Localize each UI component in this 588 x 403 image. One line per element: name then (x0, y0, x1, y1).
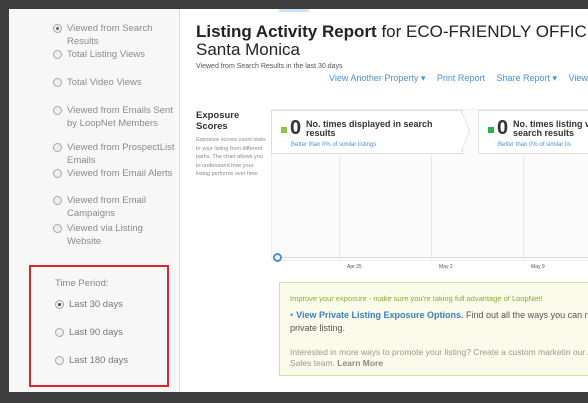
metric-label: No. times displayed in search results (306, 119, 433, 138)
chart-x-tick-label: Apr 25 (347, 264, 362, 270)
time-period-last-90[interactable]: Last 90 days (55, 327, 123, 338)
chart-x-tick-label: May 9 (531, 264, 545, 270)
page-subtitle: Viewed from Search Results in the last 3… (196, 63, 343, 70)
page-title-line2: Santa Monica (196, 40, 300, 59)
view-option-listing-website[interactable]: Viewed via Listing Website (53, 223, 177, 248)
exposure-scores-description: Exposure scores count visits to your lis… (196, 137, 266, 177)
share-report-link[interactable]: Share Report ▾ (496, 73, 557, 83)
radio[interactable] (53, 143, 62, 152)
radio-selected[interactable] (55, 300, 64, 309)
view-option-total-listing-views[interactable]: Total Listing Views (53, 49, 177, 62)
metric-comparison: Better than 0% of similar lis (498, 142, 571, 148)
exposure-scores-title: Exposure Scores (196, 110, 240, 132)
page-title: Listing Activity Report for ECO-FRIENDLY… (196, 22, 588, 41)
metric-value: 0 (497, 117, 509, 139)
radio[interactable] (53, 169, 62, 178)
metric-arrow-inner (461, 111, 469, 151)
metric-value: 0 (290, 117, 302, 139)
metric-card-viewed[interactable]: 0 No. times listing v search results Bet… (478, 110, 588, 154)
radio-selected[interactable] (53, 24, 62, 33)
time-period-last-30[interactable]: Last 30 days (55, 299, 123, 310)
top-accent (279, 9, 309, 12)
view-another-property-link[interactable]: View Another Property ▾ (329, 73, 425, 83)
learn-more-link[interactable]: Learn More (337, 358, 383, 368)
time-period-title: Time Period: (55, 278, 109, 289)
metric-color-square (281, 127, 287, 133)
view-option-total-video-views[interactable]: Total Video Views (53, 77, 177, 90)
promo-headline: Improve your exposure - make sure you're… (290, 294, 543, 303)
chart-series-line (277, 257, 588, 258)
print-report-link[interactable]: Print Report (437, 73, 485, 83)
chart-gridline (431, 155, 432, 259)
radio[interactable] (53, 224, 62, 233)
metric-label: No. times listing v search results (513, 119, 588, 138)
promo-footer: Interested in more ways to promote your … (290, 347, 588, 368)
metric-card-displayed[interactable]: 0 No. times displayed in search results … (271, 110, 463, 154)
private-listing-exposure-link[interactable]: View Private Listing Exposure Options. (296, 310, 463, 320)
report-actions: View Another Property ▾ Print Report Sha… (329, 73, 588, 84)
radio[interactable] (53, 106, 62, 115)
chart-gridline (523, 155, 524, 259)
view-option-search-results[interactable]: Viewed from Search Results (53, 23, 177, 48)
sidebar: Viewed from Search Results Total Listing… (9, 9, 180, 392)
radio[interactable] (53, 196, 62, 205)
chart-x-tick-label: May 2 (439, 264, 453, 270)
view-option-loopnet-emails[interactable]: Viewed from Emails Sent by LoopNet Membe… (53, 105, 177, 130)
chart-gridline (339, 155, 340, 259)
time-period-last-180[interactable]: Last 180 days (55, 355, 128, 366)
radio[interactable] (53, 50, 62, 59)
radio[interactable] (55, 328, 64, 337)
metric-comparison: Better than 0% of similar listings (291, 142, 377, 148)
view-option-prospectlist-emails[interactable]: Viewed from ProspectList Emails (53, 142, 177, 167)
report-window: Viewed from Search Results Total Listing… (9, 9, 588, 392)
promo-box: Improve your exposure - make sure you're… (279, 282, 588, 376)
radio[interactable] (53, 78, 62, 87)
report-main: Listing Activity Report for ECO-FRIENDLY… (179, 9, 588, 392)
view-option-email-alerts[interactable]: Viewed from Email Alerts (53, 168, 177, 181)
radio[interactable] (55, 356, 64, 365)
promo-item: • View Private Listing Exposure Options. … (290, 310, 588, 333)
time-period-group: Time Period: Last 30 days Last 90 days L… (29, 265, 169, 387)
view-option-email-campaigns[interactable]: Viewed from Email Campaigns (53, 195, 177, 220)
view-link[interactable]: View (569, 73, 588, 83)
bullet-icon: • (290, 310, 294, 320)
chart-data-point[interactable] (273, 253, 282, 262)
metric-color-square (488, 127, 494, 133)
